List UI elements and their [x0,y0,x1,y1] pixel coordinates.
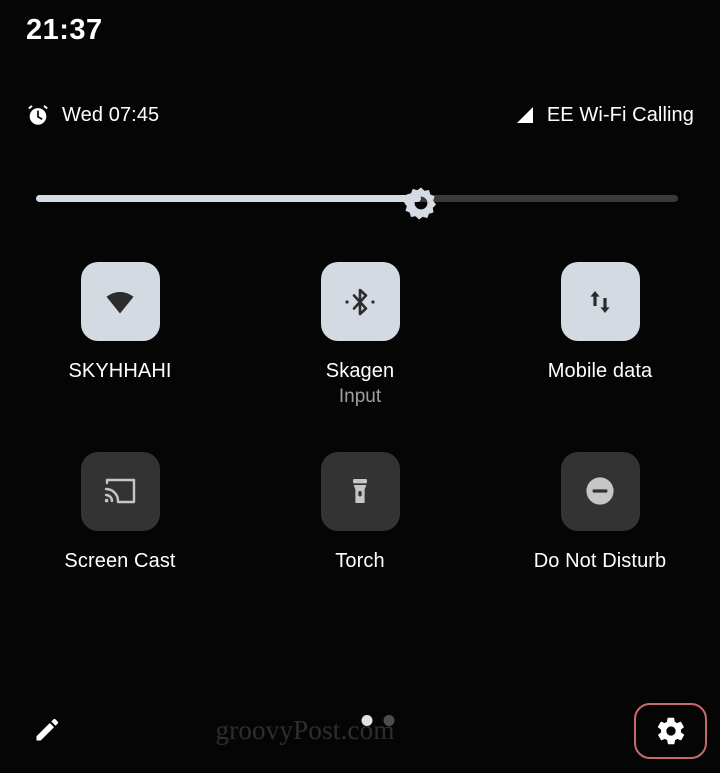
tile-screen-cast-label: Screen Cast [64,549,176,572]
page-dot-2[interactable] [383,715,395,726]
carrier-label: EE Wi-Fi Calling [546,103,694,126]
tile-torch-label: Torch [335,549,385,572]
tile-do-not-disturb-box[interactable] [560,451,640,531]
brightness-slider[interactable] [36,186,678,220]
tile-do-not-disturb-label: Do Not Disturb [533,549,667,572]
settings-button[interactable] [634,703,707,759]
tile-do-not-disturb[interactable]: Do Not Disturb [480,451,720,574]
tile-mobile-data-label: Mobile data [547,360,653,382]
tile-bluetooth[interactable]: Skagen Input [240,262,480,410]
do-not-disturb-icon [582,473,618,509]
tile-torch-box[interactable] [320,451,400,531]
quick-settings-panel: 21:37 Wed 07:45 EE Wi-Fi Calling SKYHHAH… [0,0,720,773]
tile-mobile-data-box[interactable] [560,262,640,341]
brightness-fill [36,195,422,202]
page-dot-1[interactable] [361,715,373,726]
bluetooth-icon [341,283,379,321]
tile-wifi-label: SKYHHAHI [68,360,172,382]
carrier-status: EE Wi-Fi Calling [513,104,694,127]
tile-bluetooth-label: Skagen [325,360,395,382]
cast-icon [101,472,139,510]
tile-screen-cast[interactable]: Screen Cast [0,451,240,574]
brightness-sun-icon[interactable] [403,185,439,221]
tile-wifi[interactable]: SKYHHAHI [0,262,240,410]
quick-settings-tiles: SKYHHAHI Skagen Input Mobile data Screen… [0,262,720,574]
flashlight-icon [343,474,377,508]
gear-icon [655,715,687,747]
status-row: Wed 07:45 EE Wi-Fi Calling [26,98,694,132]
page-indicator [361,715,395,726]
tile-bluetooth-sublabel: Input [338,386,382,407]
signal-bars-icon [513,104,535,126]
status-clock: 21:37 [26,14,103,46]
panel-footer: groovyPost.com [0,689,720,773]
tile-bluetooth-box[interactable] [320,262,400,341]
tile-wifi-box[interactable] [80,262,160,341]
data-transfer-icon [583,285,617,319]
alarm-status[interactable]: Wed 07:45 [26,103,159,127]
tile-screen-cast-box[interactable] [80,451,160,531]
wifi-icon [100,282,140,322]
tile-mobile-data[interactable]: Mobile data [480,262,720,410]
watermark: groovyPost.com [215,715,395,745]
alarm-time-label: Wed 07:45 [62,103,160,126]
tile-torch[interactable]: Torch [240,451,480,574]
alarm-clock-icon [26,103,50,127]
